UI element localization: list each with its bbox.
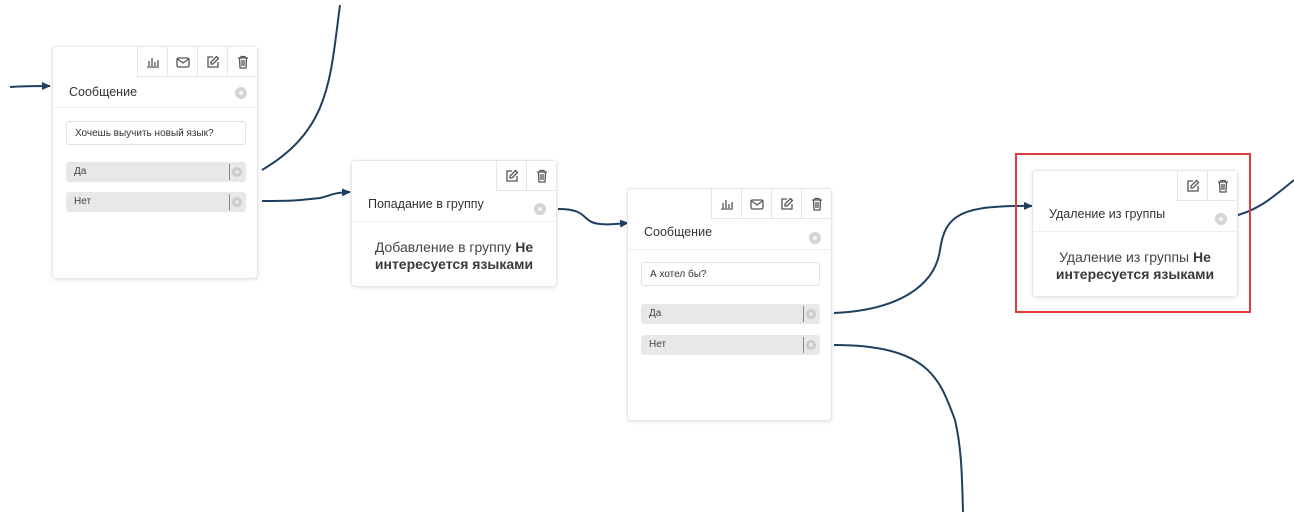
node-title: Попадание в группу [368,197,484,211]
output-port[interactable] [235,87,247,99]
divider [803,306,804,322]
divider [229,194,230,210]
answer-port[interactable] [806,340,816,350]
node-title-row: Попадание в группу [352,190,556,222]
answer-button-yes[interactable]: Да [641,304,820,324]
node-title-row: Сообщение [628,218,831,250]
connector-yes-to-remove-group [833,201,1033,314]
answer-port[interactable] [232,167,242,177]
node-title: Сообщение [644,225,713,239]
trash-icon[interactable] [526,161,556,190]
body-prefix: Удаление из группы [1059,249,1190,265]
divider [229,164,230,180]
answer-label: Да [649,308,662,319]
node-title-row: Удаление из группы [1033,200,1237,232]
trash-icon[interactable] [1207,171,1237,200]
message-text-field[interactable]: А хотел бы? [641,262,820,286]
output-port[interactable] [534,203,546,215]
answer-port[interactable] [232,197,242,207]
connector-message1-top [261,4,341,171]
connector-no-down [833,344,964,512]
connector-no-to-add-group [261,188,351,202]
edit-icon[interactable] [496,161,526,190]
add-to-group-node[interactable]: Попадание в группу Добавление в группу Н… [351,160,557,287]
message-node-1[interactable]: Сообщение Хочешь выучить новый язык? Да … [52,46,258,279]
mail-icon[interactable] [741,189,771,218]
node-title: Сообщение [69,85,138,99]
answer-label: Да [74,166,87,177]
node-title-row: Сообщение [53,76,257,108]
divider [803,337,804,353]
edit-icon[interactable] [1177,171,1207,200]
body-prefix: Добавление в группу [374,239,512,255]
answer-button-no[interactable]: Нет [66,192,246,212]
answer-label: Нет [74,196,92,207]
edit-icon[interactable] [771,189,801,218]
answer-button-no[interactable]: Нет [641,335,820,355]
stats-icon[interactable] [711,189,741,218]
trash-icon[interactable] [227,47,257,76]
node-title: Удаление из группы [1049,207,1166,221]
answer-port[interactable] [806,309,816,319]
answer-button-yes[interactable]: Да [66,162,246,182]
node-toolbar [137,47,257,77]
stats-icon[interactable] [137,47,167,76]
output-port[interactable] [1215,213,1227,225]
message-node-2[interactable]: Сообщение А хотел бы? Да Нет [627,188,832,421]
output-port[interactable] [809,232,821,244]
message-text-field[interactable]: Хочешь выучить новый язык? [66,121,246,145]
remove-from-group-node[interactable]: Удаление из группы Удаление из группы Не… [1032,170,1238,297]
edit-icon[interactable] [197,47,227,76]
connector-incoming-message1 [9,82,51,91]
node-toolbar [496,161,556,191]
node-toolbar [1177,171,1237,201]
node-toolbar [711,189,831,219]
connector-add-group-to-message2 [557,208,629,228]
mail-icon[interactable] [167,47,197,76]
answer-label: Нет [649,339,667,350]
node-body-text: Добавление в группу Не интересуется язык… [362,239,546,273]
trash-icon[interactable] [801,189,831,218]
node-body-text: Удаление из группы Не интересуется языка… [1043,249,1227,283]
